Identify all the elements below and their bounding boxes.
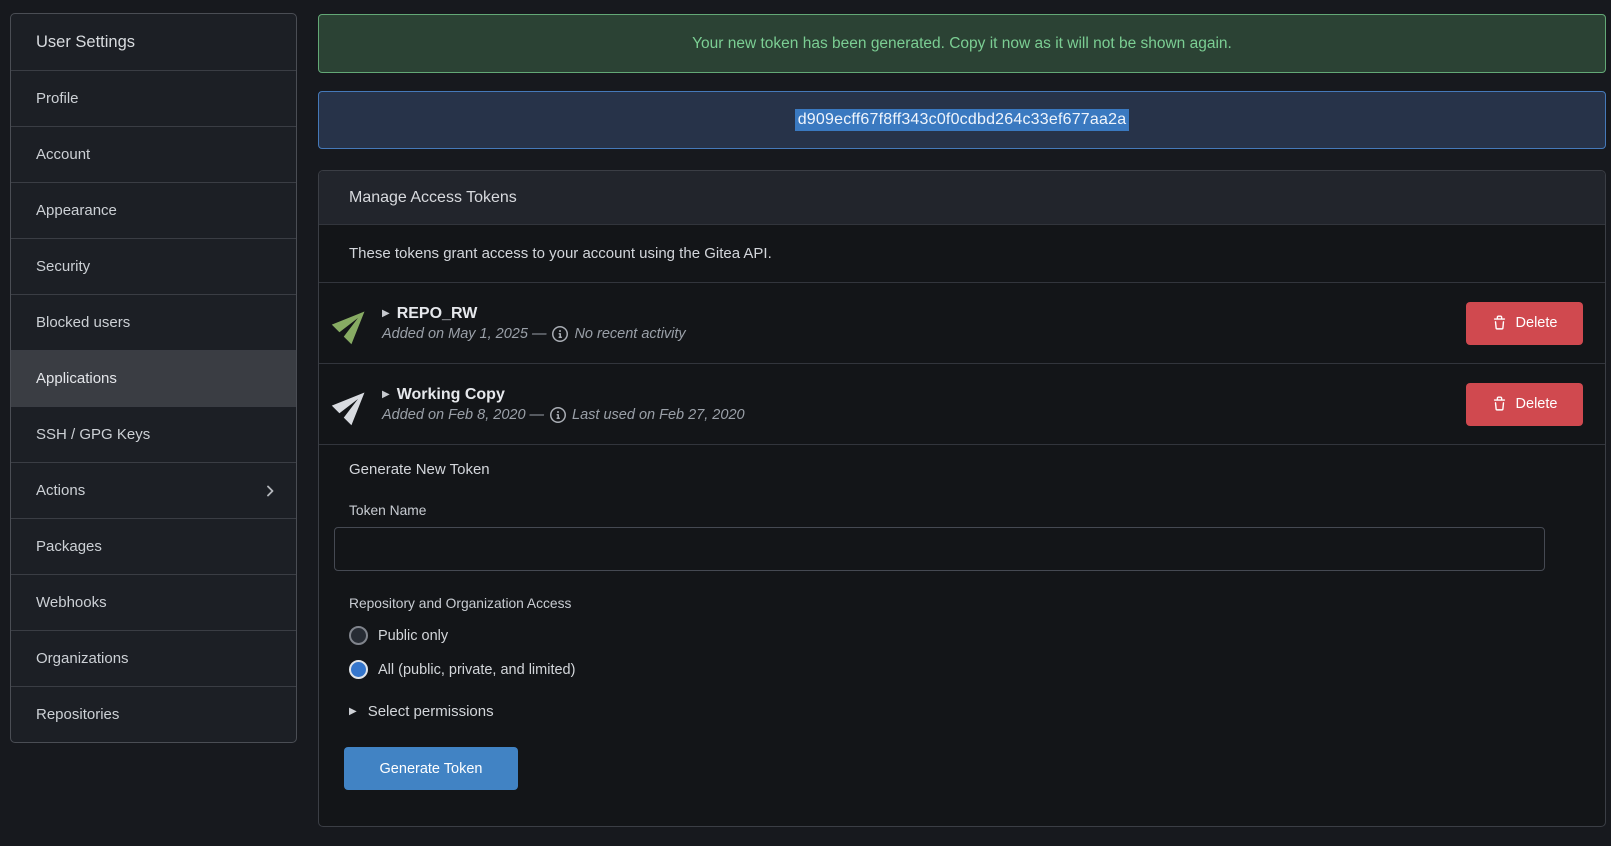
token-row: ▶ Working Copy Added on Feb 8, 2020 — La…: [319, 364, 1605, 445]
expand-arrow-icon: ▶: [382, 308, 390, 319]
main-content: Your new token has been generated. Copy …: [318, 14, 1606, 827]
generate-token-section: Generate New Token Token Name Repository…: [319, 445, 1605, 790]
token-scope-toggle[interactable]: ▶ REPO_RW: [382, 305, 686, 323]
paper-plane-icon: [326, 378, 378, 430]
sidebar-item-webhooks[interactable]: Webhooks: [11, 574, 296, 630]
sidebar-item-profile[interactable]: Profile: [11, 70, 296, 126]
flash-message: Your new token has been generated. Copy …: [692, 35, 1232, 53]
radio-circle-icon[interactable]: [349, 626, 368, 645]
paper-plane-icon: [326, 297, 378, 349]
sidebar-item-organizations[interactable]: Organizations: [11, 630, 296, 686]
generate-token-button[interactable]: Generate Token: [344, 747, 518, 790]
token-name-input[interactable]: [334, 527, 1545, 571]
expand-arrow-icon: ▶: [349, 706, 357, 717]
settings-sidebar: User Settings Profile Account Appearance…: [10, 13, 297, 743]
sidebar-item-security[interactable]: Security: [11, 238, 296, 294]
expand-arrow-icon: ▶: [382, 389, 390, 400]
panel-description: These tokens grant access to your accoun…: [319, 225, 1605, 283]
settings-page: User Settings Profile Account Appearance…: [0, 0, 1611, 846]
manage-tokens-panel: Manage Access Tokens These tokens grant …: [318, 170, 1606, 827]
sidebar-item-blocked-users[interactable]: Blocked users: [11, 294, 296, 350]
radio-all-access[interactable]: All (public, private, and limited): [334, 660, 1545, 679]
token-name: REPO_RW: [397, 305, 478, 323]
radio-public-only[interactable]: Public only: [334, 626, 1545, 645]
panel-title: Manage Access Tokens: [349, 189, 517, 207]
token-name: Working Copy: [397, 386, 505, 404]
token-row: ▶ REPO_RW Added on May 1, 2025 — No rece…: [319, 283, 1605, 364]
trash-icon: [1492, 315, 1507, 331]
delete-token-button[interactable]: Delete: [1466, 302, 1583, 345]
trash-icon: [1492, 396, 1507, 412]
select-permissions-toggle[interactable]: ▶ Select permissions: [334, 703, 1545, 720]
sidebar-title: User Settings: [11, 14, 296, 70]
radio-circle-icon[interactable]: [349, 660, 368, 679]
flash-success-banner: Your new token has been generated. Copy …: [318, 14, 1606, 73]
sidebar-item-packages[interactable]: Packages: [11, 518, 296, 574]
token-name-label: Token Name: [334, 503, 1545, 518]
sidebar-item-actions[interactable]: Actions: [11, 462, 296, 518]
sidebar-item-repositories[interactable]: Repositories: [11, 686, 296, 742]
token-meta: Added on Feb 8, 2020 — Last used on Feb …: [382, 407, 745, 423]
generate-section-title: Generate New Token: [334, 461, 1545, 478]
info-icon[interactable]: [552, 326, 568, 342]
sidebar-item-appearance[interactable]: Appearance: [11, 182, 296, 238]
new-token-box: d909ecff67f8ff343c0f0cdbd264c33ef677aa2a: [318, 91, 1606, 149]
repo-org-access-label: Repository and Organization Access: [334, 596, 1545, 611]
sidebar-item-account[interactable]: Account: [11, 126, 296, 182]
delete-token-button[interactable]: Delete: [1466, 383, 1583, 426]
info-icon[interactable]: [550, 407, 566, 423]
new-token-value: d909ecff67f8ff343c0f0cdbd264c33ef677aa2a: [795, 109, 1130, 131]
sidebar-item-ssh-gpg-keys[interactable]: SSH / GPG Keys: [11, 406, 296, 462]
chevron-right-icon: [262, 483, 278, 499]
token-scope-toggle[interactable]: ▶ Working Copy: [382, 386, 745, 404]
sidebar-title-label: User Settings: [36, 33, 135, 52]
token-meta: Added on May 1, 2025 — No recent activit…: [382, 326, 686, 342]
panel-header: Manage Access Tokens: [319, 171, 1605, 225]
sidebar-item-applications[interactable]: Applications: [11, 350, 296, 406]
